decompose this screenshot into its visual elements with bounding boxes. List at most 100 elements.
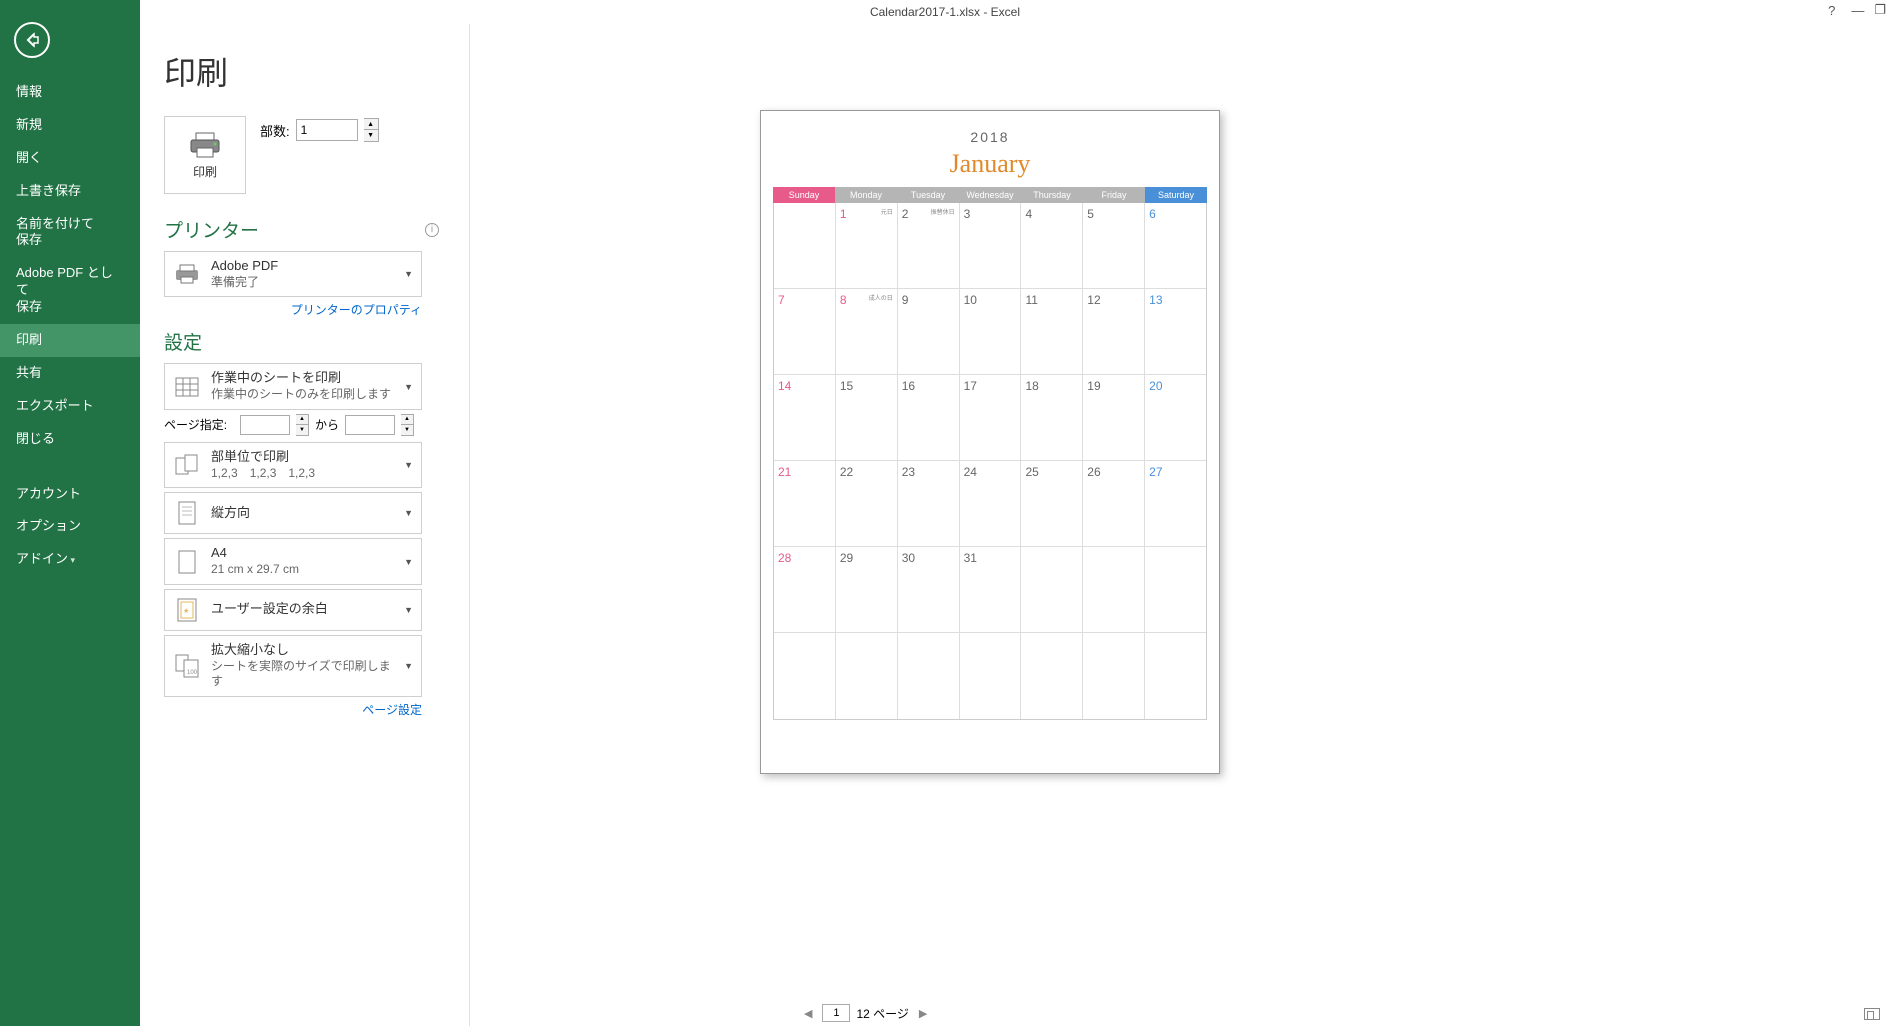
chevron-down-icon: ▼ — [404, 508, 413, 518]
nav-item[interactable]: エクスポート — [0, 390, 140, 423]
calendar-cell — [1145, 547, 1206, 633]
margins-select[interactable]: ★ ユーザー設定の余白 ▼ — [164, 589, 422, 631]
portrait-icon — [173, 499, 201, 527]
calendar-cell — [898, 633, 960, 719]
printer-select[interactable]: Adobe PDF準備完了 ▼ — [164, 251, 422, 297]
nav-item[interactable]: アカウント — [0, 478, 140, 511]
print-settings-panel: 印刷 印刷 部数: ▲▼ プリンターi Adobe PDF準備完了 ▼ プリンタ… — [140, 24, 470, 1026]
calendar-cell: 10 — [960, 289, 1022, 375]
calendar-cell: 4 — [1021, 203, 1083, 289]
printer-heading: プリンター — [164, 216, 259, 243]
nav-item[interactable]: 共有 — [0, 357, 140, 390]
calendar-cell: 31 — [960, 547, 1022, 633]
calendar-cell — [774, 203, 836, 289]
copies-spinner[interactable]: ▲▼ — [364, 118, 379, 142]
orientation-select[interactable]: 縦方向 ▼ — [164, 492, 422, 534]
prev-page-button[interactable]: ◀ — [800, 1007, 816, 1020]
chevron-down-icon: ▼ — [404, 605, 413, 615]
collate-select[interactable]: 部単位で印刷1,2,3 1,2,3 1,2,3 ▼ — [164, 442, 422, 488]
chevron-down-icon: ▼ — [404, 557, 413, 567]
nav-item[interactable]: オプション — [0, 510, 140, 543]
calendar-cell: 29 — [836, 547, 898, 633]
calendar-cell: 25 — [1021, 461, 1083, 547]
backstage-nav: 情報新規開く上書き保存名前を付けて保存Adobe PDF として保存印刷共有エク… — [0, 0, 140, 1026]
svg-text:100: 100 — [187, 670, 198, 676]
calendar-cell: 24 — [960, 461, 1022, 547]
print-button[interactable]: 印刷 — [164, 116, 246, 194]
calendar-cell — [836, 633, 898, 719]
info-icon[interactable]: i — [425, 223, 439, 237]
calendar-cell: 30 — [898, 547, 960, 633]
calendar-cell: 11 — [1021, 289, 1083, 375]
printer-icon — [173, 260, 201, 288]
calendar-day-header: Sunday — [773, 187, 835, 203]
calendar-cell: 8成人の日 — [836, 289, 898, 375]
page-icon — [173, 548, 201, 576]
chevron-down-icon: ▼ — [404, 382, 413, 392]
window-title: Calendar2017-1.xlsx - Excel — [870, 5, 1020, 19]
nav-item[interactable]: 開く — [0, 142, 140, 175]
nav-item[interactable]: 新規 — [0, 109, 140, 142]
calendar-cell — [1021, 633, 1083, 719]
calendar-cell: 22 — [836, 461, 898, 547]
calendar-cell: 7 — [774, 289, 836, 375]
print-what-select[interactable]: 作業中のシートを印刷作業中のシートのみを印刷します ▼ — [164, 363, 422, 409]
calendar-day-header: Monday — [835, 187, 897, 203]
copies-label: 部数: — [260, 121, 290, 140]
calendar-day-header: Wednesday — [959, 187, 1021, 203]
calendar-cell: 15 — [836, 375, 898, 461]
scale-icon: 100 — [173, 652, 201, 680]
nav-item[interactable]: 印刷 — [0, 324, 140, 357]
next-page-button[interactable]: ▶ — [915, 1007, 931, 1020]
scaling-select[interactable]: 100 拡大縮小なしシートを実際のサイズで印刷します ▼ — [164, 635, 422, 697]
chevron-down-icon: ▼ — [404, 460, 413, 470]
calendar-day-header: Saturday — [1145, 187, 1207, 203]
printer-properties-link[interactable]: プリンターのプロパティ — [164, 301, 422, 318]
svg-text:★: ★ — [183, 607, 189, 615]
calendar-month: January — [773, 149, 1207, 179]
page-to-spinner[interactable]: ▲▼ — [401, 414, 414, 436]
nav-item[interactable]: 閉じる — [0, 423, 140, 456]
page-to-input[interactable] — [345, 415, 395, 435]
calendar-cell — [1145, 633, 1206, 719]
calendar-cell: 27 — [1145, 461, 1206, 547]
restore-icon[interactable]: ❐ — [1874, 2, 1886, 18]
settings-heading: 設定 — [164, 328, 202, 355]
calendar-cell: 2振替休日 — [898, 203, 960, 289]
calendar-cell: 19 — [1083, 375, 1145, 461]
current-page-input[interactable] — [822, 1004, 850, 1022]
back-button[interactable] — [14, 22, 50, 58]
calendar-cell: 20 — [1145, 375, 1206, 461]
calendar-cell: 16 — [898, 375, 960, 461]
copies-input[interactable] — [296, 119, 358, 141]
calendar-cell: 3 — [960, 203, 1022, 289]
page-from-input[interactable] — [240, 415, 290, 435]
window-buttons: ? — ❐ — [1828, 2, 1886, 18]
page-from-spinner[interactable]: ▲▼ — [296, 414, 309, 436]
help-icon[interactable]: ? — [1828, 3, 1835, 18]
chevron-down-icon: ▼ — [404, 661, 413, 671]
preview-pager: ◀ 12 ページ ▶ — [800, 1004, 931, 1022]
nav-item[interactable]: 情報 — [0, 76, 140, 109]
nav-item[interactable]: 名前を付けて保存 — [0, 208, 140, 258]
calendar-cell: 13 — [1145, 289, 1206, 375]
nav-item[interactable]: アドイン — [0, 543, 140, 576]
nav-item[interactable]: 上書き保存 — [0, 175, 140, 208]
page-setup-link[interactable]: ページ設定 — [164, 701, 422, 718]
calendar-cell: 18 — [1021, 375, 1083, 461]
preview-page: 2018 January SundayMondayTuesdayWednesda… — [760, 110, 1220, 774]
print-preview-area: 2018 January SundayMondayTuesdayWednesda… — [470, 24, 1890, 1026]
calendar-cell: 21 — [774, 461, 836, 547]
calendar-year: 2018 — [773, 129, 1207, 145]
title-bar: Calendar2017-1.xlsx - Excel ? — ❐ — [0, 0, 1890, 24]
calendar-day-header: Tuesday — [897, 187, 959, 203]
paper-size-select[interactable]: A421 cm x 29.7 cm ▼ — [164, 538, 422, 584]
minimize-icon[interactable]: — — [1851, 3, 1864, 18]
nav-item[interactable]: Adobe PDF として保存 — [0, 257, 140, 324]
collate-icon — [173, 451, 201, 479]
calendar-header: SundayMondayTuesdayWednesdayThursdayFrid… — [773, 187, 1207, 203]
calendar-cell: 6 — [1145, 203, 1206, 289]
zoom-to-page-button[interactable] — [1864, 1008, 1880, 1020]
calendar-day-header: Friday — [1083, 187, 1145, 203]
page-range-row: ページ指定: ▲▼ から ▲▼ — [164, 414, 422, 436]
